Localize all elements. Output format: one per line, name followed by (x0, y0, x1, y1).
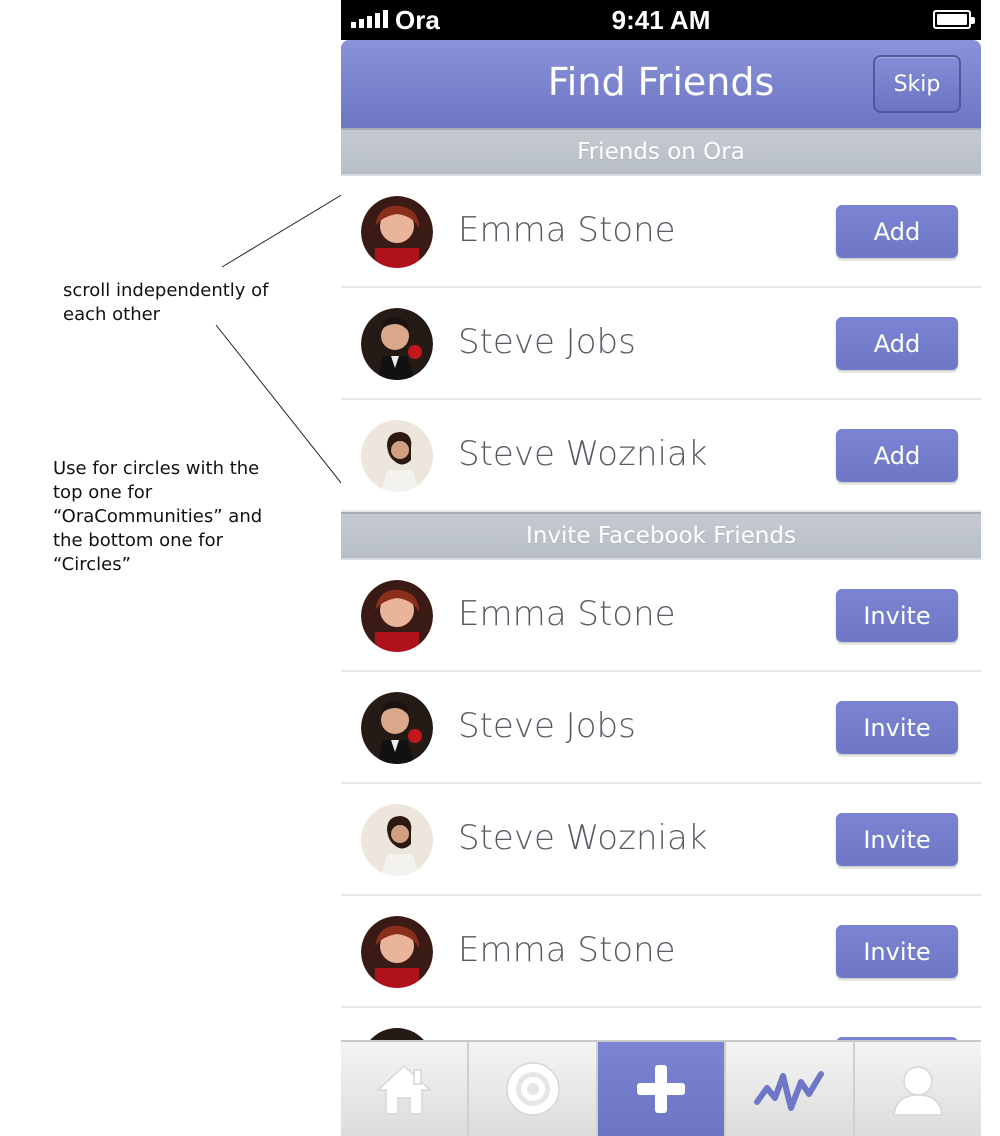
navigation-bar: Find Friends Skip (341, 40, 981, 128)
avatar-steve-wozniak (361, 804, 433, 876)
avatar-steve-wozniak (361, 420, 433, 492)
profile-icon (892, 1066, 943, 1116)
avatar-steve-jobs (361, 308, 433, 380)
invite-button[interactable]: Invite (836, 589, 958, 642)
annotation-scroll-independently: scroll independently of each other (63, 280, 269, 325)
plus-icon (637, 1065, 686, 1113)
invite-button[interactable]: Invite (836, 813, 958, 866)
add-button[interactable]: Add (836, 429, 958, 482)
tab-bar (341, 1040, 981, 1136)
friend-name: Steve Wozniak (458, 434, 708, 474)
friend-name: Emma Stone (458, 930, 676, 970)
add-button[interactable]: Add (836, 205, 958, 258)
status-bar: Ora 9:41 AM (341, 0, 981, 40)
tab-circles[interactable] (469, 1042, 598, 1136)
tab-profile[interactable] (855, 1042, 981, 1136)
friend-name: Steve Wozniak (458, 818, 708, 858)
avatar-emma-stone (361, 580, 433, 652)
list-item: Steve Wozniak Invite (341, 784, 981, 896)
add-button[interactable]: Add (836, 317, 958, 370)
friend-name: Steve Jobs (458, 706, 636, 746)
list-item: Steve Jobs Add (341, 288, 981, 400)
annotation-circles-usage: Use for circles with the top one for “Or… (53, 458, 263, 575)
list-item: Emma Stone Add (341, 176, 981, 288)
section-header-friends-on-ora: Friends on Ora (341, 128, 981, 176)
status-time: 9:41 AM (611, 5, 711, 35)
avatar-steve-jobs (361, 692, 433, 764)
battery-icon (933, 10, 975, 29)
list-item: Steve Jobs Invite (341, 672, 981, 784)
list-item: Steve Wozniak Add (341, 400, 981, 512)
tab-activity[interactable] (726, 1042, 855, 1136)
home-icon (376, 1064, 433, 1115)
section-header-invite-facebook: Invite Facebook Friends (341, 512, 981, 560)
friend-name: Emma Stone (458, 210, 676, 250)
skip-button[interactable]: Skip (873, 55, 961, 113)
list-item: Emma Stone Invite (341, 896, 981, 1008)
invite-button[interactable]: Invite (836, 701, 958, 754)
invite-button[interactable]: Invite (836, 925, 958, 978)
tab-home[interactable] (341, 1042, 470, 1136)
tab-add[interactable] (597, 1042, 727, 1136)
target-circles-icon (505, 1062, 560, 1116)
phone-screen: Ora 9:41 AM Find Friends Skip Friends on… (341, 0, 981, 1136)
list-item: Emma Stone Invite (341, 560, 981, 672)
activity-wave-icon (754, 1071, 825, 1111)
avatar-emma-stone (361, 916, 433, 988)
friend-name: Emma Stone (458, 594, 676, 634)
avatar-emma-stone (361, 196, 433, 268)
friend-name: Steve Jobs (458, 322, 636, 362)
